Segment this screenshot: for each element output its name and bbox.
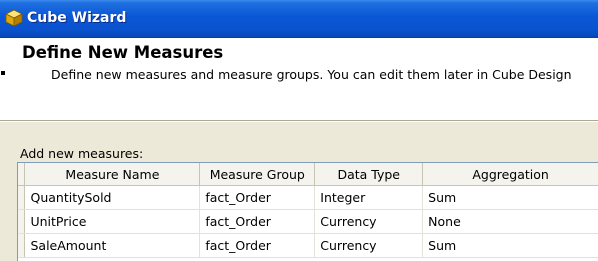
table-row[interactable]: UnitPrice fact_Order Currency None <box>18 209 598 234</box>
cell-measure-name[interactable]: UnitPrice <box>24 209 201 234</box>
cell-measure-group[interactable]: fact_Order <box>199 185 316 210</box>
column-header-measure-group[interactable]: Measure Group <box>199 163 316 186</box>
cell-aggregation[interactable]: Sum <box>422 233 598 258</box>
page-subtitle: Define new measures and measure groups. … <box>51 67 572 82</box>
cell-aggregation[interactable]: Sum <box>422 185 598 210</box>
cube-icon <box>5 9 23 27</box>
column-header-measure-name[interactable]: Measure Name <box>24 163 201 186</box>
cell-measure-name[interactable]: QuantitySold <box>24 185 201 210</box>
measures-grid[interactable]: Measure Name Measure Group Data Type Agg… <box>17 162 598 261</box>
table-row[interactable]: QuantitySold fact_Order Integer Sum <box>18 185 598 210</box>
cell-data-type[interactable]: Currency <box>314 209 424 234</box>
cell-measure-group[interactable]: fact_Order <box>199 209 316 234</box>
title-bar[interactable]: Cube Wizard <box>0 0 598 38</box>
row-selector[interactable] <box>18 233 26 258</box>
table-row[interactable]: SaleAmount fact_Order Currency Sum <box>18 233 598 258</box>
column-header-aggregation[interactable]: Aggregation <box>422 163 598 186</box>
row-selector[interactable] <box>18 209 26 234</box>
cell-data-type[interactable]: Integer <box>314 185 424 210</box>
add-measures-label: Add new measures: <box>20 146 144 161</box>
cell-measure-name[interactable]: SaleAmount <box>24 233 201 258</box>
measures-table: Measure Name Measure Group Data Type Agg… <box>18 163 598 258</box>
column-header-data-type[interactable]: Data Type <box>314 163 424 186</box>
cell-measure-group[interactable]: fact_Order <box>199 233 316 258</box>
bullet-icon <box>1 71 5 75</box>
row-header-corner <box>18 163 26 186</box>
wizard-header: Define New Measures Define new measures … <box>0 38 598 122</box>
page-title: Define New Measures <box>22 43 224 62</box>
row-selector[interactable] <box>18 185 26 210</box>
cell-data-type[interactable]: Currency <box>314 233 424 258</box>
header-row: Measure Name Measure Group Data Type Agg… <box>18 163 598 186</box>
cell-aggregation[interactable]: None <box>422 209 598 234</box>
window-title: Cube Wizard <box>27 10 127 26</box>
